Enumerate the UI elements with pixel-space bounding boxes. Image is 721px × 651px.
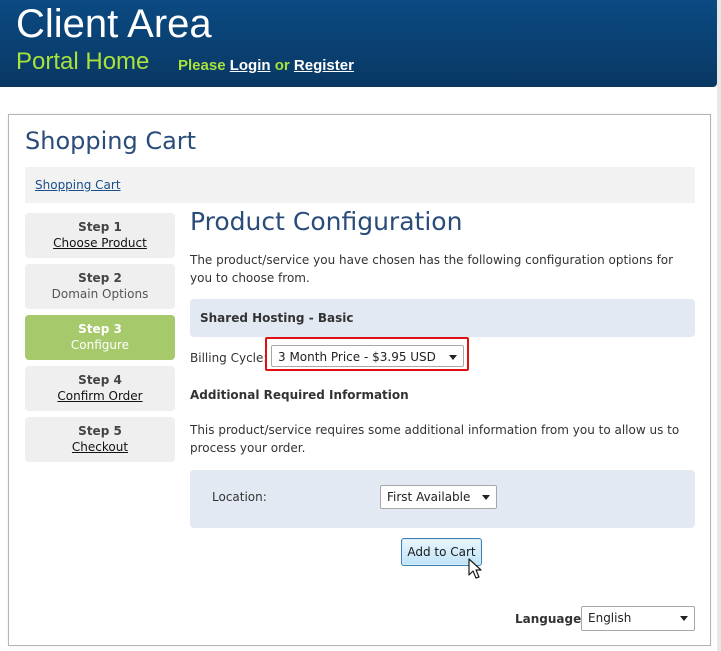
breadcrumb: Shopping Cart — [25, 167, 695, 203]
step-2: Step 2 Domain Options — [25, 264, 175, 309]
step-4[interactable]: Step 4 Confirm Order — [25, 366, 175, 411]
step-label-checkout[interactable]: Checkout — [25, 440, 175, 454]
chevron-down-icon — [680, 616, 688, 621]
billing-cycle-value: 3 Month Price - $3.95 USD — [278, 350, 436, 364]
mouse-cursor-icon — [468, 558, 482, 579]
main-panel: Shopping Cart Shopping Cart Step 1 Choos… — [8, 114, 711, 646]
product-name: Shared Hosting - Basic — [200, 311, 354, 325]
register-link[interactable]: Register — [294, 57, 354, 74]
location-select[interactable]: First Available — [380, 485, 497, 509]
additional-info-heading: Additional Required Information — [190, 388, 409, 402]
product-configuration-title: Product Configuration — [190, 207, 463, 236]
breadcrumb-shopping-cart[interactable]: Shopping Cart — [35, 178, 121, 192]
chevron-down-icon — [482, 495, 490, 500]
step-5[interactable]: Step 5 Checkout — [25, 417, 175, 462]
product-name-bar: Shared Hosting - Basic — [190, 299, 695, 337]
language-value: English — [588, 611, 632, 625]
step-label-choose-product[interactable]: Choose Product — [25, 236, 175, 250]
location-value: First Available — [387, 490, 471, 504]
billing-cycle-label: Billing Cycle: — [190, 351, 268, 365]
page-title: Shopping Cart — [25, 127, 197, 155]
intro-text: The product/service you have chosen has … — [190, 253, 674, 285]
step-number: Step 4 — [78, 373, 122, 387]
chevron-down-icon — [449, 355, 457, 360]
step-number: Step 5 — [78, 424, 122, 438]
site-header: Client Area Portal Home Please Login or … — [0, 0, 717, 87]
portal-home-link[interactable]: Portal Home — [16, 48, 149, 76]
or-text: or — [274, 57, 290, 74]
please-text: Please — [178, 57, 226, 74]
step-label-configure: Configure — [70, 338, 130, 352]
site-title: Client Area — [16, 2, 212, 46]
step-number: Step 2 — [78, 271, 122, 285]
location-label: Location: — [212, 490, 267, 504]
location-box: Location: First Available — [190, 470, 695, 528]
language-select[interactable]: English — [581, 606, 695, 631]
additional-info-text: This product/service requires some addit… — [190, 423, 680, 455]
login-link[interactable]: Login — [230, 57, 271, 74]
step-label-domain-options: Domain Options — [51, 287, 149, 301]
step-number: Step 1 — [78, 220, 122, 234]
language-label: Language: — [515, 612, 587, 626]
billing-cycle-select[interactable]: 3 Month Price - $3.95 USD — [271, 345, 464, 367]
auth-links: Please Login or Register — [178, 57, 354, 74]
step-1[interactable]: Step 1 Choose Product — [25, 213, 175, 258]
step-3-active: Step 3 Configure — [25, 315, 175, 360]
page-edge-rule — [717, 0, 721, 651]
step-number: Step 3 — [78, 322, 122, 336]
step-label-confirm-order[interactable]: Confirm Order — [25, 389, 175, 403]
